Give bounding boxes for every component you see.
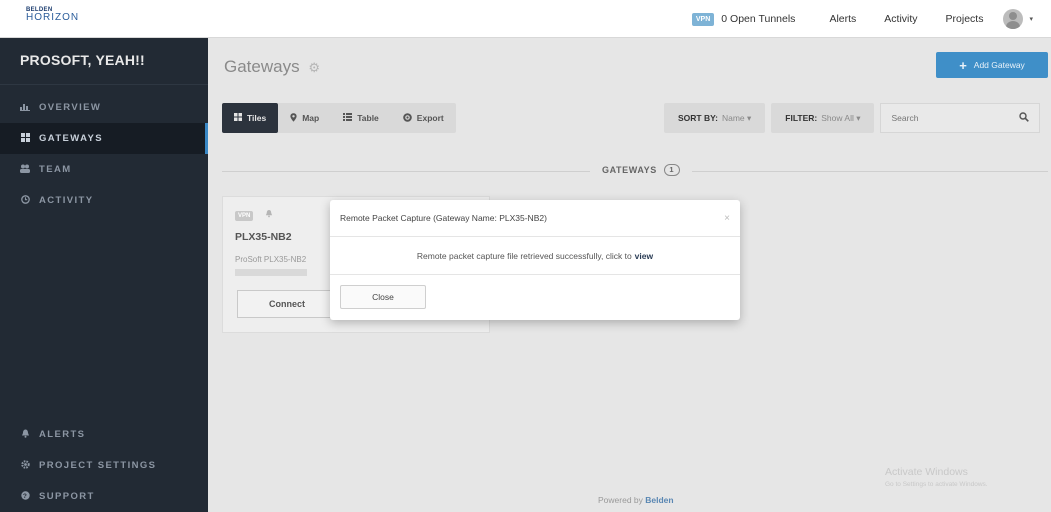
gateways-section-header: GATEWAYS 1 <box>590 164 692 176</box>
sidebar-item-activity[interactable]: ACTIVITY <box>0 185 208 216</box>
sort-filter-bar: SORT BY: Name ▾ FILTER: Show All ▾ <box>664 103 1041 133</box>
tiles-view-button[interactable]: Tiles <box>222 103 279 133</box>
gateway-serial-blurred <box>235 269 307 276</box>
powered-by-brand[interactable]: Belden <box>645 495 673 505</box>
sidebar-item-label: SUPPORT <box>39 491 95 502</box>
logo-brand-main: HORIZON <box>26 12 80 23</box>
sidebar-item-project-settings[interactable]: PROJECT SETTINGS <box>0 450 208 481</box>
gateway-model: ProSoft PLX35-NB2 <box>235 255 307 264</box>
sidebar-item-label: GATEWAYS <box>39 133 103 144</box>
powered-by-footer: Powered by Belden <box>598 495 674 505</box>
powered-by-prefix: Powered by <box>598 495 643 505</box>
sidebar-item-label: ALERTS <box>39 429 86 440</box>
modal-title: Remote Packet Capture (Gateway Name: PLX… <box>340 213 547 223</box>
gateway-count-badge: 1 <box>663 164 680 176</box>
sidebar-item-support[interactable]: ? SUPPORT <box>0 481 208 512</box>
gear-icon <box>20 460 30 471</box>
sidebar-item-label: OVERVIEW <box>39 102 102 113</box>
chart-icon <box>20 102 30 113</box>
bell-icon[interactable] <box>265 209 273 220</box>
modal-header: Remote Packet Capture (Gateway Name: PLX… <box>330 200 740 237</box>
gateway-name[interactable]: PLX35-NB2 <box>235 231 292 243</box>
sidebar-bottom: ALERTS PROJECT SETTINGS ? SUPPORT <box>0 419 208 512</box>
close-icon[interactable]: × <box>724 213 730 224</box>
filter-dropdown[interactable]: FILTER: Show All ▾ <box>771 103 875 133</box>
vpn-badge: VPN <box>691 12 715 26</box>
user-menu-caret-icon[interactable]: ▾ <box>1029 15 1033 23</box>
export-label: Export <box>416 113 444 123</box>
sort-by-value: Name ▾ <box>721 112 752 123</box>
sort-by-label: SORT BY: <box>678 113 718 123</box>
sidebar-item-label: TEAM <box>39 164 72 175</box>
connect-button[interactable]: Connect <box>237 290 337 318</box>
belden-horizon-logo[interactable]: BELDEN HORIZON <box>26 7 86 31</box>
bell-icon <box>20 429 30 440</box>
clock-icon <box>20 195 30 206</box>
windows-activation-watermark: Activate Windows Go to Settings to activ… <box>885 466 988 488</box>
export-button[interactable]: Export <box>391 103 456 133</box>
list-icon <box>343 113 353 123</box>
search-input[interactable] <box>891 113 1002 123</box>
page-title-text: Gateways <box>224 57 300 76</box>
settings-gear-icon[interactable]: ⚙ <box>308 60 320 75</box>
grid-icon <box>234 113 242 123</box>
sort-by-dropdown[interactable]: SORT BY: Name ▾ <box>664 103 766 133</box>
sidebar-item-label: ACTIVITY <box>39 195 94 206</box>
export-icon <box>402 112 412 124</box>
sidebar-item-team[interactable]: TEAM <box>0 154 208 185</box>
vpn-badge: VPN <box>235 211 254 221</box>
map-view-button[interactable]: Map <box>278 103 331 133</box>
modal-body: Remote packet capture file retrieved suc… <box>330 237 740 275</box>
add-gateway-label: Add Gateway <box>973 60 1025 70</box>
view-toolbar: Tiles Map Table Export <box>222 103 456 133</box>
open-tunnels-link[interactable]: 0 Open Tunnels <box>721 13 795 25</box>
modal-message: Remote packet capture file retrieved suc… <box>416 250 632 261</box>
filter-value: Show All ▾ <box>821 112 861 123</box>
user-avatar[interactable] <box>1003 9 1024 29</box>
svg-text:?: ? <box>22 493 27 500</box>
top-nav: VPN 0 Open Tunnels Alerts Activity Proje… <box>691 0 1033 38</box>
view-link[interactable]: view <box>635 251 653 261</box>
plus-icon: + <box>959 57 967 73</box>
activity-link[interactable]: Activity <box>884 13 917 25</box>
map-label: Map <box>302 113 320 123</box>
watermark-subtitle: Go to Settings to activate Windows. <box>885 481 988 488</box>
alerts-link[interactable]: Alerts <box>829 13 856 25</box>
sidebar-item-overview[interactable]: OVERVIEW <box>0 92 208 123</box>
section-label: GATEWAYS <box>602 165 657 175</box>
team-icon <box>20 164 30 175</box>
sidebar-item-gateways[interactable]: GATEWAYS <box>0 123 208 154</box>
table-view-button[interactable]: Table <box>331 103 391 133</box>
tiles-label: Tiles <box>247 113 267 123</box>
modal-footer: Close <box>330 275 740 320</box>
project-title[interactable]: PROSOFT, YEAH!! <box>0 38 208 85</box>
grid-icon <box>20 133 30 144</box>
packet-capture-modal: Remote Packet Capture (Gateway Name: PLX… <box>330 200 740 320</box>
close-button[interactable]: Close <box>340 285 426 309</box>
help-icon: ? <box>20 491 30 502</box>
map-pin-icon <box>290 112 297 124</box>
sidebar-item-label: PROJECT SETTINGS <box>39 460 157 471</box>
watermark-title: Activate Windows <box>885 466 968 478</box>
filter-label: FILTER: <box>785 113 818 123</box>
sidebar-item-alerts[interactable]: ALERTS <box>0 419 208 450</box>
top-bar: BELDEN HORIZON VPN 0 Open Tunnels Alerts… <box>0 0 1051 38</box>
sidebar: PROSOFT, YEAH!! OVERVIEW GATEWAYS TEAM A… <box>0 38 208 512</box>
table-label: Table <box>357 113 379 123</box>
search-box <box>880 103 1041 133</box>
search-icon[interactable] <box>1019 111 1030 125</box>
projects-link[interactable]: Projects <box>946 13 984 25</box>
add-gateway-button[interactable]: + Add Gateway <box>936 52 1048 78</box>
page-title: Gateways ⚙ <box>224 57 320 77</box>
